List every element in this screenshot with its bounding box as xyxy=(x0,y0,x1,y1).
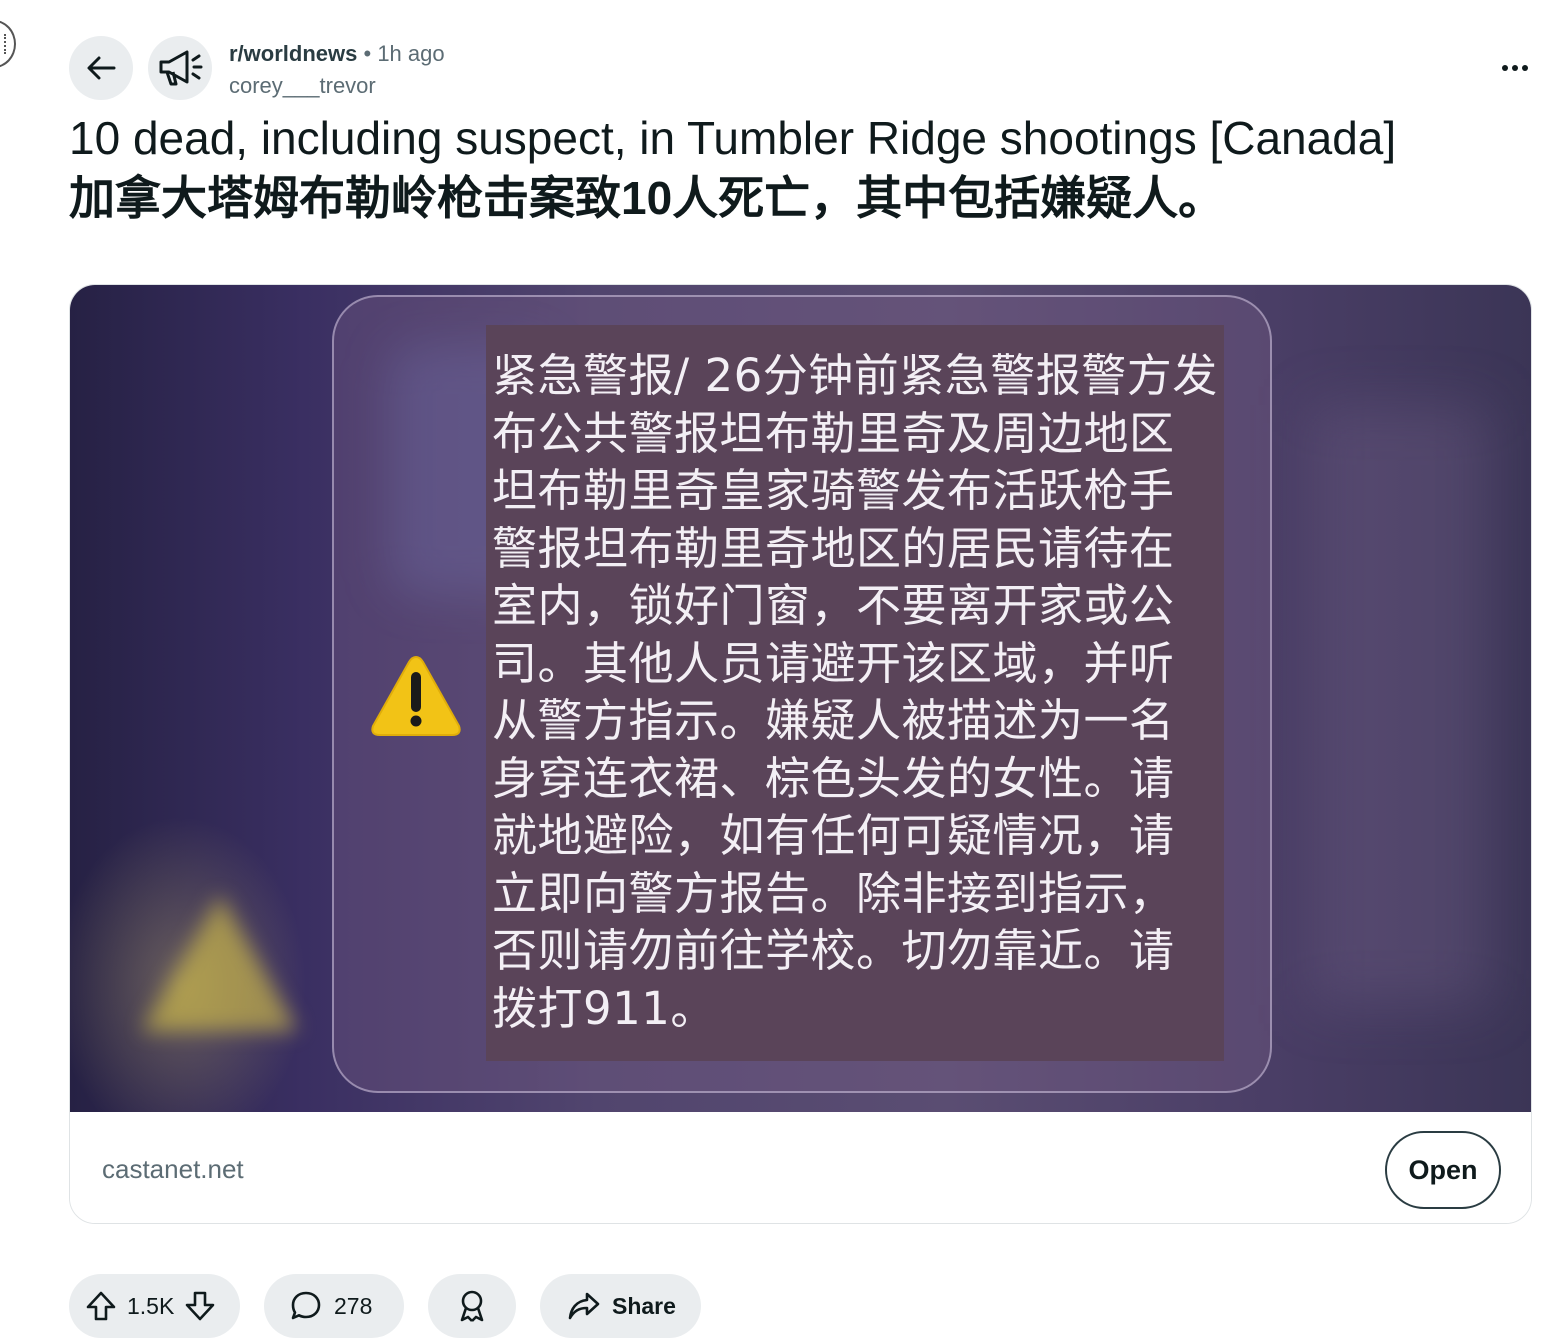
arrow-left-icon xyxy=(87,56,116,80)
partial-menu-icon[interactable] xyxy=(0,20,16,68)
upvote-button[interactable] xyxy=(85,1290,117,1322)
post-meta: r/worldnews • 1h ago corey___trevor xyxy=(229,38,445,102)
post-title-english: 10 dead, including suspect, in Tumbler R… xyxy=(69,112,1397,164)
post-title-chinese: 加拿大塔姆布勒岭枪击案致10人死亡，其中包括嫌疑人。 xyxy=(69,172,1225,224)
share-label: Share xyxy=(612,1292,676,1319)
vote-count: 1.5K xyxy=(127,1292,175,1319)
warning-triangle-icon xyxy=(371,655,461,736)
award-button[interactable] xyxy=(428,1274,516,1338)
subreddit-link[interactable]: r/worldnews xyxy=(229,41,357,66)
comment-count: 278 xyxy=(334,1292,373,1319)
back-button[interactable] xyxy=(69,36,133,100)
ellipsis-icon xyxy=(1502,65,1528,71)
link-preview-card[interactable]: 紧急警报/ 26分钟前紧急警报警方发布公共警报坦布勒里奇及周边地区坦布勒里奇皇家… xyxy=(69,284,1532,1224)
speech-bubble-icon xyxy=(291,1291,321,1320)
comments-button[interactable]: 278 xyxy=(264,1274,404,1338)
author-link[interactable]: corey___trevor xyxy=(229,70,445,102)
arrow-up-icon xyxy=(86,1291,116,1321)
link-bar: castanet.net Open xyxy=(70,1112,1531,1223)
post-time: 1h ago xyxy=(377,41,445,66)
megaphone-icon xyxy=(159,50,203,86)
downvote-button[interactable] xyxy=(184,1290,216,1322)
preview-image[interactable]: 紧急警报/ 26分钟前紧急警报警方发布公共警报坦布勒里奇及周边地区坦布勒里奇皇家… xyxy=(70,285,1531,1112)
open-link-button[interactable]: Open xyxy=(1385,1131,1501,1209)
alert-message: 紧急警报/ 26分钟前紧急警报警方发布公共警报坦布勒里奇及周边地区坦布勒里奇皇家… xyxy=(486,325,1224,1061)
background-blur xyxy=(1310,405,1490,1005)
arrow-down-icon xyxy=(186,1291,215,1321)
link-domain[interactable]: castanet.net xyxy=(102,1154,244,1185)
post-title: 10 dead, including suspect, in Tumbler R… xyxy=(69,108,1509,228)
blurred-warning-sign xyxy=(142,895,298,1031)
subreddit-avatar[interactable] xyxy=(148,36,212,100)
more-options-button[interactable] xyxy=(1494,48,1536,88)
share-arrow-icon xyxy=(568,1292,600,1320)
share-button[interactable]: Share xyxy=(540,1274,701,1338)
vote-control: 1.5K xyxy=(69,1274,240,1338)
meta-separator: • xyxy=(363,41,372,66)
award-icon xyxy=(460,1290,484,1322)
